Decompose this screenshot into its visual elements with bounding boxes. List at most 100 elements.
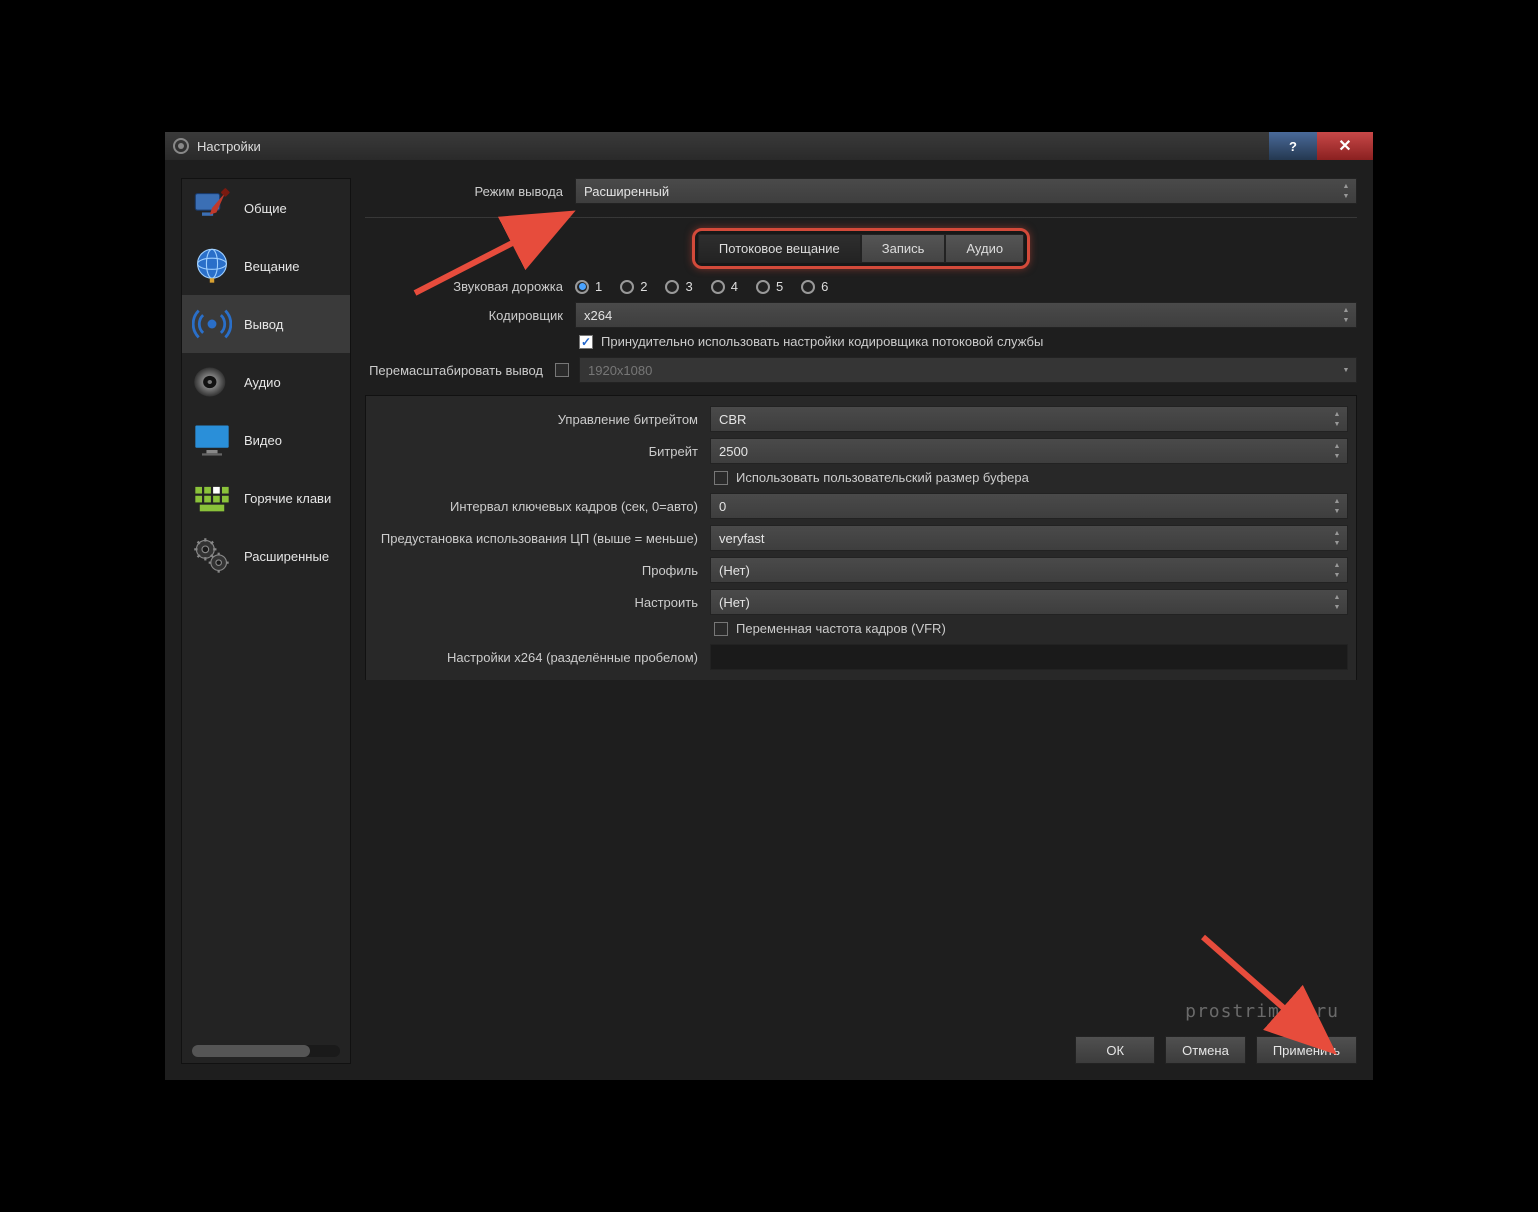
keyint-value: 0: [719, 499, 726, 514]
dialog-buttons: ОК Отмена Применить: [1075, 1036, 1357, 1064]
tab-recording[interactable]: Запись: [861, 234, 946, 263]
sidebar-item-label: Расширенные: [244, 549, 329, 564]
radio-icon: [756, 280, 770, 294]
bitrate-value: 2500: [719, 444, 748, 459]
bitrate-input[interactable]: 2500 ▲▼: [710, 438, 1348, 464]
main-panel: Режим вывода Расширенный ▲▼ Потоковое ве…: [365, 178, 1357, 1064]
profile-label: Профиль: [370, 563, 710, 578]
radio-icon: [711, 280, 725, 294]
rate-control-select[interactable]: CBR ▲▼: [710, 406, 1348, 432]
gears-icon: [192, 536, 232, 576]
keyboard-icon: [192, 478, 232, 518]
sidebar-item-hotkeys[interactable]: Горячие клави: [182, 469, 350, 527]
audio-track-group: 1 2 3 4 5 6: [575, 279, 828, 294]
rescale-select[interactable]: 1920x1080 ▼: [579, 357, 1357, 383]
tab-streaming[interactable]: Потоковое вещание: [698, 234, 861, 263]
globe-icon: [192, 246, 232, 286]
keyint-label: Интервал ключевых кадров (сек, 0=авто): [370, 499, 710, 514]
rescale-label: Перемасштабировать вывод: [365, 363, 555, 378]
keyint-input[interactable]: 0 ▲▼: [710, 493, 1348, 519]
x264opts-input[interactable]: [710, 644, 1348, 670]
sidebar-item-label: Общие: [244, 201, 287, 216]
cpu-preset-label: Предустановка использования ЦП (выше = м…: [370, 531, 710, 546]
chevron-up-icon: ▲: [1329, 560, 1345, 570]
chevron-up-icon: ▲: [1329, 496, 1345, 506]
output-mode-label: Режим вывода: [365, 184, 575, 199]
sidebar-item-label: Видео: [244, 433, 282, 448]
chevron-down-icon: ▼: [1329, 506, 1345, 516]
bitrate-label: Битрейт: [370, 444, 710, 459]
vfr-checkbox[interactable]: [714, 622, 728, 636]
custom-buffer-label: Использовать пользовательский размер буф…: [736, 470, 1029, 485]
encoder-select[interactable]: x264 ▲▼: [575, 302, 1357, 328]
close-button[interactable]: ✕: [1317, 132, 1373, 160]
sidebar-item-label: Вывод: [244, 317, 283, 332]
encoder-panel: Управление битрейтом CBR ▲▼ Битрейт 2500…: [365, 395, 1357, 680]
obs-icon: [173, 138, 189, 154]
rescale-placeholder: 1920x1080: [588, 363, 652, 378]
display-icon: [192, 420, 232, 460]
ok-button[interactable]: ОК: [1075, 1036, 1155, 1064]
sidebar-item-label: Горячие клави: [244, 491, 331, 506]
profile-select[interactable]: (Нет) ▲▼: [710, 557, 1348, 583]
rate-control-label: Управление битрейтом: [370, 412, 710, 427]
audio-track-3[interactable]: 3: [665, 279, 692, 294]
sidebar-item-output[interactable]: Вывод: [182, 295, 350, 353]
sidebar-item-advanced[interactable]: Расширенные: [182, 527, 350, 585]
chevron-up-icon: ▲: [1338, 181, 1354, 191]
titlebar: Настройки ? ✕: [165, 132, 1373, 160]
enforce-encoder-label: Принудительно использовать настройки код…: [601, 334, 1043, 349]
cancel-button[interactable]: Отмена: [1165, 1036, 1246, 1064]
radio-icon: [575, 280, 589, 294]
cpu-preset-select[interactable]: veryfast ▲▼: [710, 525, 1348, 551]
output-mode-value: Расширенный: [584, 184, 669, 199]
rate-control-value: CBR: [719, 412, 746, 427]
audio-track-1[interactable]: 1: [575, 279, 602, 294]
vfr-label: Переменная частота кадров (VFR): [736, 621, 946, 636]
audio-track-5[interactable]: 5: [756, 279, 783, 294]
chevron-down-icon: ▼: [1338, 360, 1354, 380]
chevron-down-icon: ▼: [1329, 602, 1345, 612]
sidebar-item-audio[interactable]: Аудио: [182, 353, 350, 411]
audio-track-2[interactable]: 2: [620, 279, 647, 294]
chevron-down-icon: ▼: [1338, 315, 1354, 325]
audio-track-6[interactable]: 6: [801, 279, 828, 294]
settings-window: Настройки ? ✕ Общие Вещание: [164, 131, 1374, 1081]
monitor-brush-icon: [192, 188, 232, 228]
sidebar-item-video[interactable]: Видео: [182, 411, 350, 469]
watermark-text: prostrimer.ru: [1185, 1001, 1339, 1022]
output-mode-select[interactable]: Расширенный ▲▼: [575, 178, 1357, 204]
tune-value: (Нет): [719, 595, 750, 610]
radio-icon: [620, 280, 634, 294]
window-title: Настройки: [197, 139, 1269, 154]
divider: [365, 216, 1357, 218]
cpu-preset-value: veryfast: [719, 531, 765, 546]
chevron-up-icon: ▲: [1329, 592, 1345, 602]
audio-track-4[interactable]: 4: [711, 279, 738, 294]
sidebar-item-stream[interactable]: Вещание: [182, 237, 350, 295]
tab-audio[interactable]: Аудио: [945, 234, 1024, 263]
tune-label: Настроить: [370, 595, 710, 610]
speaker-icon: [192, 362, 232, 402]
sidebar-item-label: Вещание: [244, 259, 300, 274]
sidebar-item-label: Аудио: [244, 375, 281, 390]
tune-select[interactable]: (Нет) ▲▼: [710, 589, 1348, 615]
chevron-up-icon: ▲: [1338, 305, 1354, 315]
apply-button[interactable]: Применить: [1256, 1036, 1357, 1064]
help-button[interactable]: ?: [1269, 132, 1317, 160]
chevron-down-icon: ▼: [1329, 419, 1345, 429]
chevron-down-icon: ▼: [1329, 538, 1345, 548]
custom-buffer-checkbox[interactable]: [714, 471, 728, 485]
sidebar: Общие Вещание Вывод Аудио: [181, 178, 351, 1064]
chevron-down-icon: ▼: [1329, 451, 1345, 461]
chevron-down-icon: ▼: [1338, 191, 1354, 201]
profile-value: (Нет): [719, 563, 750, 578]
audio-track-label: Звуковая дорожка: [365, 279, 575, 294]
rescale-checkbox[interactable]: [555, 363, 569, 377]
sidebar-item-general[interactable]: Общие: [182, 179, 350, 237]
chevron-up-icon: ▲: [1329, 409, 1345, 419]
chevron-up-icon: ▲: [1329, 528, 1345, 538]
annotation-tabs-highlight: Потоковое вещание Запись Аудио: [692, 228, 1030, 269]
sidebar-scrollbar[interactable]: [192, 1045, 340, 1057]
enforce-encoder-checkbox[interactable]: [579, 335, 593, 349]
